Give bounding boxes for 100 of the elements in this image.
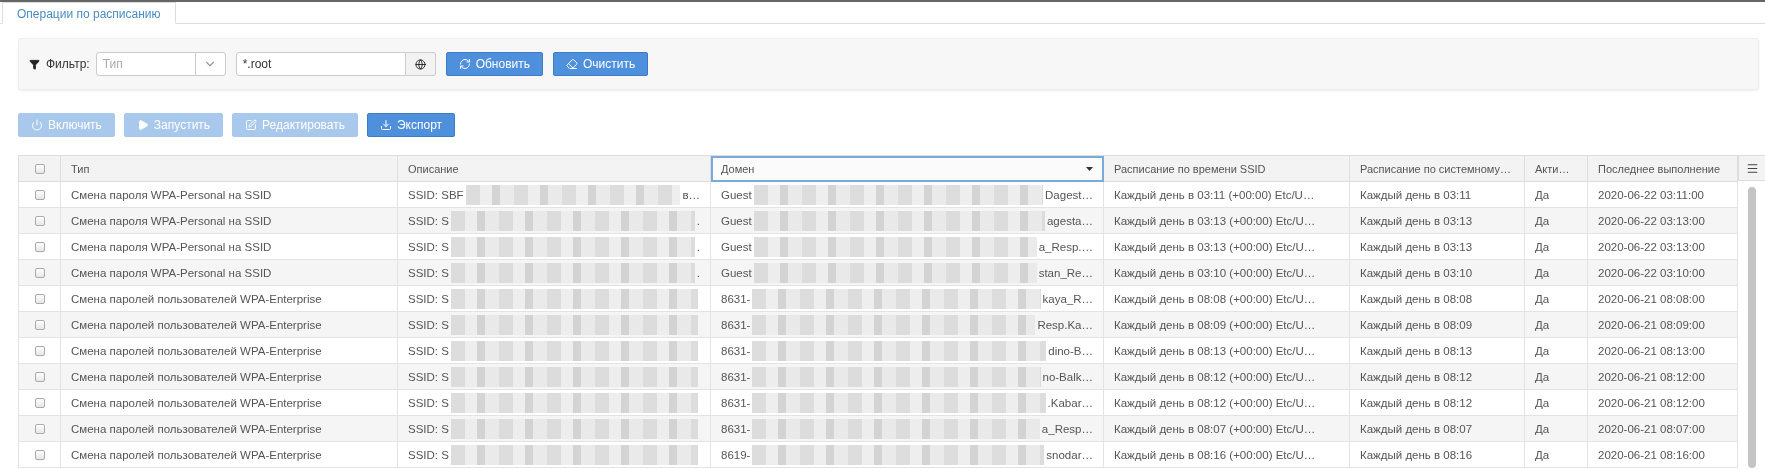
cell-text: 8631- [721,396,751,409]
table-cell: Да [1524,233,1588,260]
checkbox[interactable] [34,397,45,408]
checkbox[interactable] [34,371,45,382]
cell-text: SSID: S [408,214,449,227]
cell-text: SSID: S [408,370,449,383]
cell-text: 8631- [721,370,751,383]
cell-text: stan_Re… [1038,266,1093,279]
table-cell: Каждый день в 03:13 [1349,207,1525,234]
column-header[interactable]: Домен [710,155,1104,182]
cell-text: a_Resp… [1041,422,1093,435]
filter-label: Фильтр: [46,57,90,71]
table-cell: Каждый день в 08:16 [1349,441,1525,468]
table-cell: Смена пароля WPA-Personal на SSID [60,207,398,234]
table-cell: Каждый день в 08:09 [1349,311,1525,338]
domain-field[interactable]: *.root [235,52,406,76]
checkbox[interactable] [34,293,45,304]
table-cell: 2020-06-21 08:09:00 [1587,311,1738,338]
power-icon [31,119,43,131]
cell-text: a_Resp.… [1038,240,1093,253]
checkbox[interactable] [34,215,45,226]
table-cell: Каждый день в 08:13 (+00:00) Etc/U… [1103,337,1350,364]
edit-icon [245,119,258,131]
table-cell: Каждый день в 03:13 (+00:00) Etc/U… [1103,207,1350,234]
cell-text: 8631- [721,318,751,331]
table-cell: Каждый день в 08:09 (+00:00) Etc/U… [1103,311,1350,338]
menu-button[interactable] [1738,155,1765,181]
cell-text: SSID: S [408,448,449,461]
table-cell: 2020-06-21 08:07:00 [1587,415,1738,442]
table-cell: Каждый день в 03:13 [1349,233,1525,260]
table-cell: Смена паролей пользователей WPA-Enterprise [60,311,398,338]
table-cell: Да [1524,337,1588,364]
table-cell: Смена пароля WPA-Personal на SSID [60,233,398,260]
cell-text: . [696,240,700,253]
cell-text: dino-B… [1048,344,1093,357]
table-cell: Каждый день в 08:08 (+00:00) Etc/U… [1103,285,1350,312]
checkbox[interactable] [34,241,45,252]
column-header[interactable]: Акти… [1524,155,1588,182]
table-cell: Да [1524,311,1588,338]
table-cell: 2020-06-21 08:12:00 [1587,389,1738,416]
table-cell: 2020-06-22 03:13:00 [1587,233,1738,260]
table-cell: Смена паролей пользователей WPA-Enterprise [60,441,398,468]
table-cell: Каждый день в 08:07 (+00:00) Etc/U… [1103,415,1350,442]
column-header[interactable]: Описание [397,155,711,182]
column-header[interactable]: Последнее выполнение [1587,155,1738,182]
table-cell: Смена пароля WPA-Personal на SSID [60,181,398,208]
table-cell: 2020-06-21 08:16:00 [1587,441,1738,468]
table-cell: Каждый день в 03:11 (+00:00) Etc/U… [1103,181,1350,208]
cell-text: .Kabar… [1047,396,1093,409]
cell-text: snodar… [1046,448,1093,461]
cell-text: 8631- [721,344,751,357]
cell-text: SSID: S [408,240,449,253]
cell-text: . [696,266,700,279]
menu-icon [1745,161,1759,175]
table-cell: Смена паролей пользователей WPA-Enterprise [60,337,398,364]
cell-text: SSID: S [408,318,449,331]
table-cell: Каждый день в 08:08 [1349,285,1525,312]
table-cell: Каждый день в 08:12 (+00:00) Etc/U… [1103,389,1350,416]
cell-text: Guest [721,266,752,279]
cell-text: SSID: S [408,422,449,435]
column-header[interactable]: Расписание по времени SSID [1103,155,1350,182]
cell-text: Resp.Ka… [1037,318,1093,331]
table-cell: Каждый день в 03:10 (+00:00) Etc/U… [1103,259,1350,286]
cell-text: no-Balk… [1042,370,1093,383]
table-cell: 2020-06-21 08:13:00 [1587,337,1738,364]
globe-button[interactable] [405,52,436,76]
cell-text: Guest [721,240,752,253]
cell-text: SSID: S [408,396,449,409]
checkbox[interactable] [34,189,45,200]
checkbox[interactable] [34,345,45,356]
caret-icon [1086,166,1093,171]
table-cell: Каждый день в 08:07 [1349,415,1525,442]
checkbox[interactable] [34,319,45,330]
checkbox[interactable] [34,423,45,434]
checkbox[interactable] [34,267,45,278]
column-header[interactable]: Тип [60,155,398,182]
tab[interactable]: Операции по расписанию [2,2,176,24]
column-header[interactable]: Расписание по системному… [1349,155,1525,182]
scrollbar-thumb[interactable] [1748,187,1756,468]
cell-text: Guest [721,214,752,227]
table-cell: 2020-06-22 03:11:00 [1587,181,1738,208]
table-cell: Каждый день в 08:13 [1349,337,1525,364]
table-cell: Каждый день в 08:12 [1349,363,1525,390]
cell-text: в… [682,188,700,201]
checkbox[interactable] [34,163,45,174]
table-cell: Смена паролей пользователей WPA-Enterprise [60,285,398,312]
cell-text: SSID: S [408,292,449,305]
table-cell: 2020-06-21 08:08:00 [1587,285,1738,312]
table-cell: 2020-06-22 03:10:00 [1587,259,1738,286]
checkbox[interactable] [34,449,45,460]
globe-icon [414,58,426,70]
table-cell: Смена паролей пользователей WPA-Enterprise [60,363,398,390]
cell-text: kaya_R… [1042,292,1093,305]
cell-text: 8631- [721,292,751,305]
table-cell: Смена паролей пользователей WPA-Enterprise [60,389,398,416]
eraser-icon [566,58,578,70]
table-cell: Да [1524,181,1588,208]
cell-text: . [696,214,700,227]
table-cell: Каждый день в 03:10 [1349,259,1525,286]
table-cell: Да [1524,207,1588,234]
